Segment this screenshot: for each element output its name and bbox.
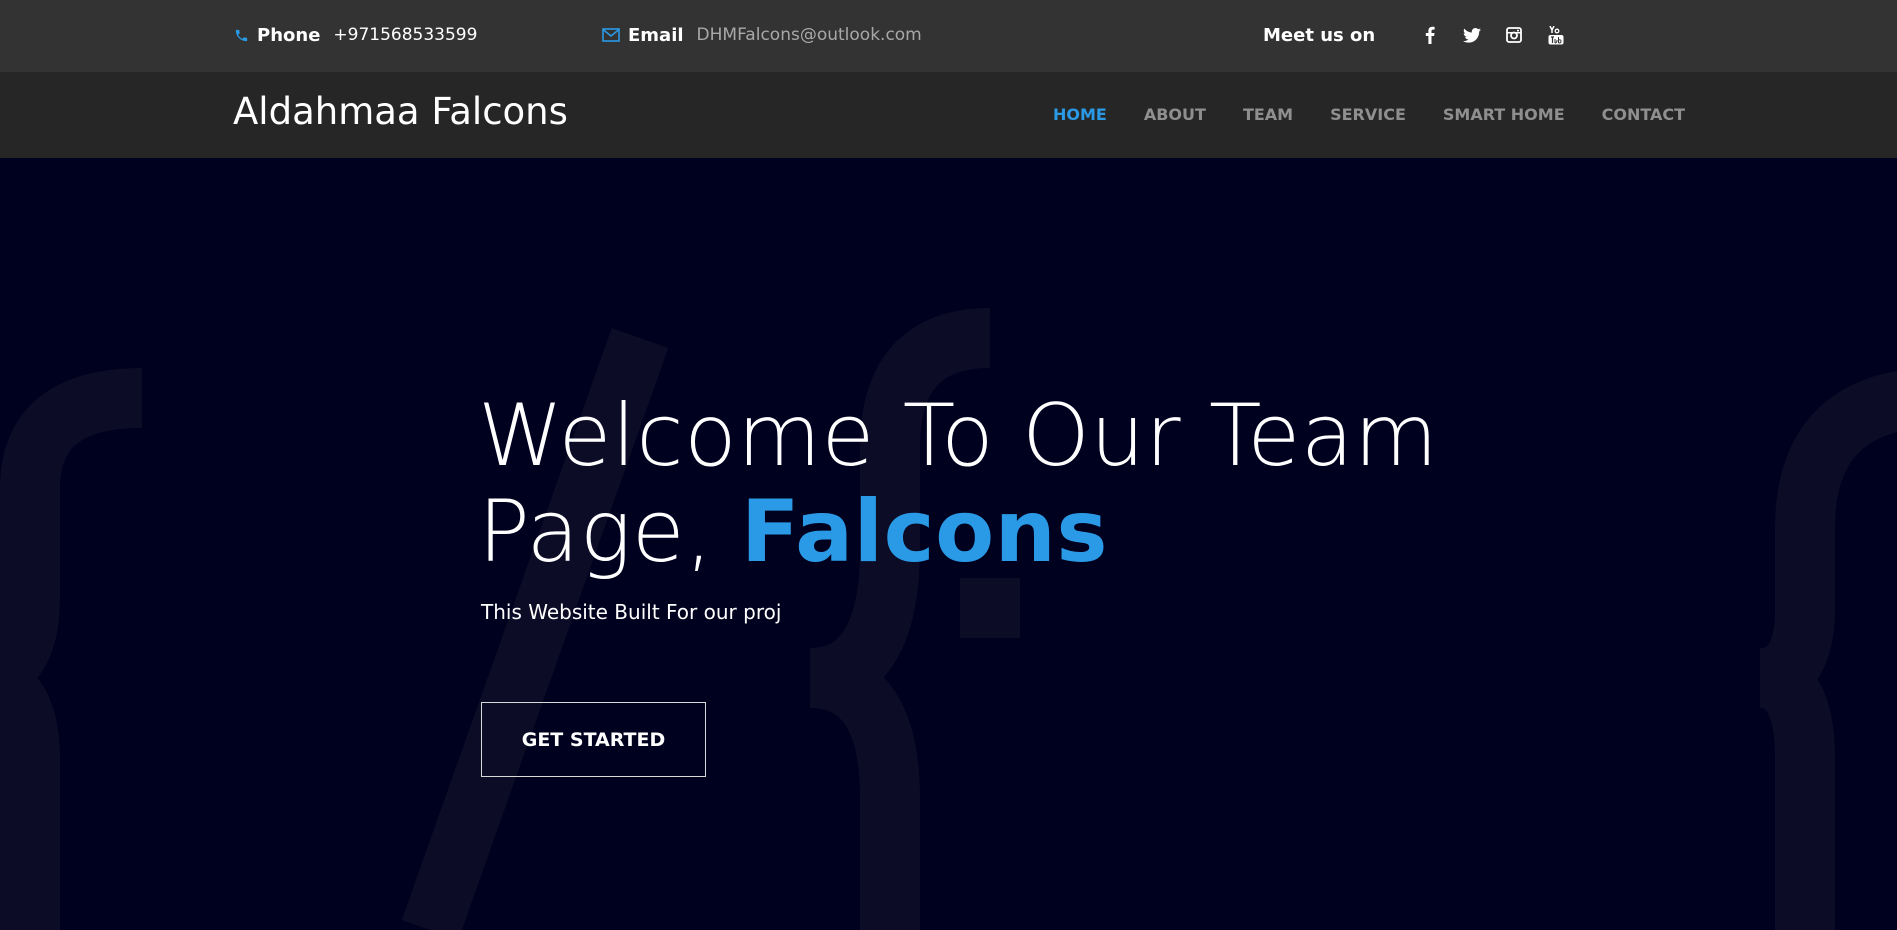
twitter-icon[interactable] (1462, 24, 1482, 46)
email-address[interactable]: DHMFalcons@outlook.com (697, 25, 922, 45)
youtube-icon[interactable] (1546, 24, 1566, 46)
hero-heading: Welcome To Our Team Page, Falcons (478, 388, 1438, 580)
nav-smart-home[interactable]: SMART HOME (1443, 105, 1565, 124)
phone-number[interactable]: +971568533599 (333, 25, 477, 45)
nav-service[interactable]: SERVICE (1330, 105, 1406, 124)
hero-heading-line1: Welcome To Our Team (478, 386, 1439, 486)
nav-team[interactable]: TEAM (1243, 105, 1293, 124)
envelope-icon (602, 28, 620, 42)
main-navbar: Aldahmaa Falcons HOME ABOUT TEAM SERVICE… (0, 72, 1897, 158)
email-info: Email DHMFalcons@outlook.com (602, 22, 922, 48)
social-links: Meet us on (1263, 22, 1566, 48)
top-info-bar: Phone +971568533599 Email DHMFalcons@out… (0, 0, 1897, 72)
get-started-button[interactable]: GET STARTED (481, 702, 706, 777)
hero-section: Welcome To Our Team Page, Falcons This W… (0, 158, 1897, 930)
phone-info: Phone +971568533599 (234, 22, 477, 48)
hero-heading-accent: Falcons (740, 482, 1109, 582)
nav-about[interactable]: ABOUT (1144, 105, 1206, 124)
hero-heading-line2-prefix: Page, (478, 482, 741, 582)
hero-subtitle: This Website Built For our proj (481, 600, 782, 624)
phone-icon (234, 28, 249, 43)
main-nav: HOME ABOUT TEAM SERVICE SMART HOME CONTA… (1053, 105, 1685, 124)
meet-us-label: Meet us on (1263, 24, 1376, 46)
facebook-icon[interactable] (1420, 24, 1440, 46)
site-logo-text[interactable]: Aldahmaa Falcons (233, 90, 568, 133)
phone-label: Phone (257, 24, 321, 46)
email-label: Email (628, 24, 684, 46)
instagram-icon[interactable] (1504, 24, 1524, 46)
nav-home[interactable]: HOME (1053, 105, 1107, 124)
social-icons (1398, 24, 1566, 46)
nav-contact[interactable]: CONTACT (1602, 105, 1685, 124)
